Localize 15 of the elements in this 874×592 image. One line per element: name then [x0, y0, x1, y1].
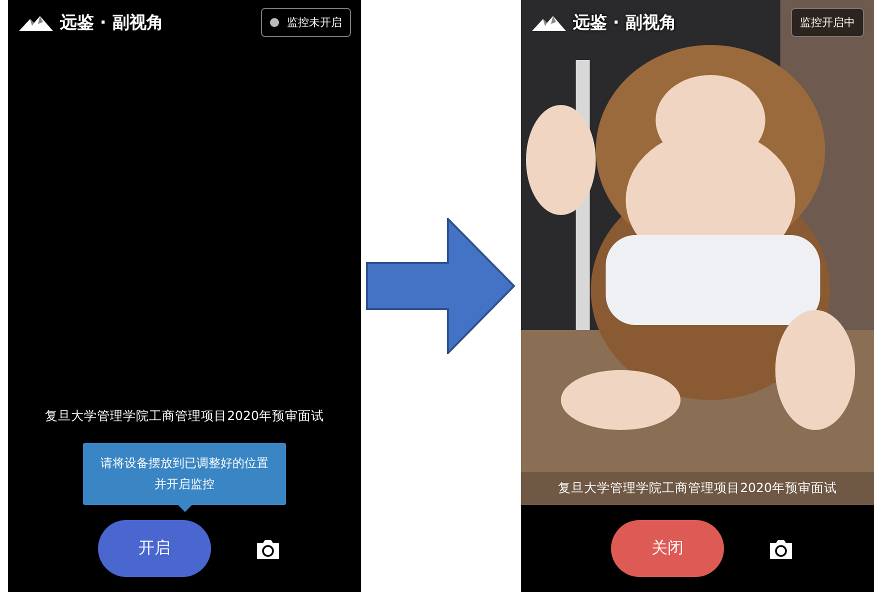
hint-text: 并开启监控	[154, 476, 214, 493]
exam-subtitle: 复旦大学管理学院工商管理项目2020年预审面试	[521, 472, 874, 505]
app-title: 远鉴 · 副视角	[573, 12, 676, 34]
mountain-icon	[531, 14, 567, 32]
monitor-toggle-button[interactable]: 开启	[98, 520, 211, 577]
hint-text: 请将设备摆放到已调整好的位置	[100, 455, 268, 472]
exam-subtitle: 复旦大学管理学院工商管理项目2020年预审面试	[44, 407, 325, 425]
switch-camera-icon[interactable]	[255, 538, 281, 560]
monitor-toggle-button[interactable]: 关闭	[611, 520, 724, 577]
mountain-icon	[18, 14, 54, 32]
monitoring-status-button[interactable]: 监控开启中	[791, 8, 864, 37]
switch-camera-icon[interactable]	[768, 538, 794, 560]
monitoring-status-button[interactable]: 监控未开启	[261, 8, 351, 37]
status-dot	[270, 18, 279, 27]
app-title: 远鉴 · 副视角	[60, 12, 164, 34]
